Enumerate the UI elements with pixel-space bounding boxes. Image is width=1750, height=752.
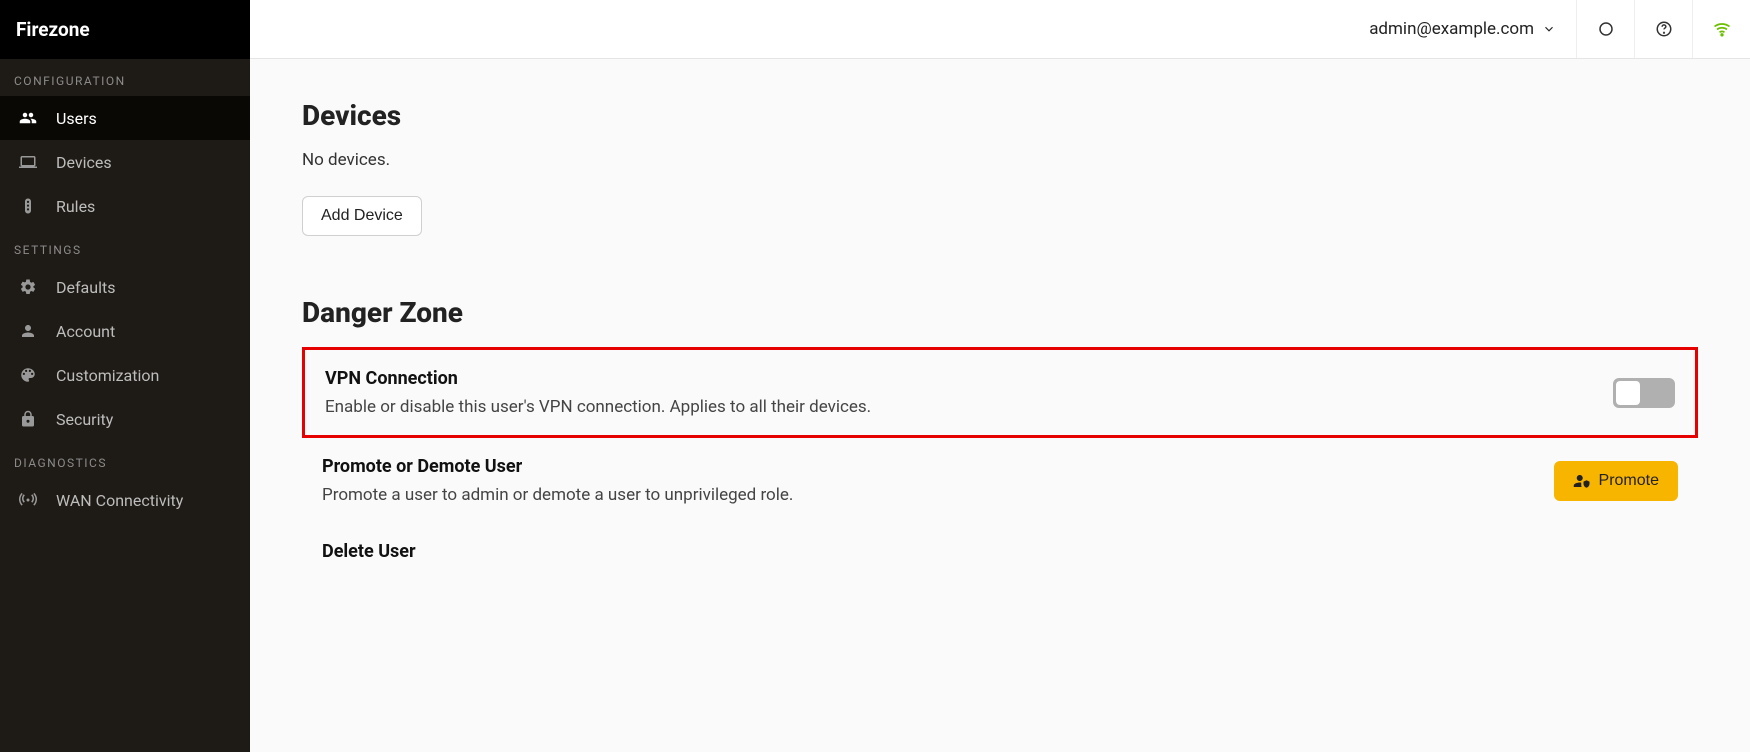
sidebar-item-defaults[interactable]: Defaults: [0, 265, 250, 309]
help-icon: [1655, 20, 1673, 38]
brand-title: Firezone: [0, 0, 250, 59]
sidebar-item-account[interactable]: Account: [0, 309, 250, 353]
sidebar: Firezone CONFIGURATION Users Devices Rul…: [0, 0, 250, 752]
circle-icon: [1597, 20, 1615, 38]
devices-empty-text: No devices.: [302, 150, 1698, 170]
toggle-knob: [1616, 381, 1640, 405]
person-icon: [18, 321, 38, 341]
delete-row: Delete User: [302, 523, 1698, 570]
danger-zone-section: Danger Zone VPN Connection Enable or dis…: [302, 296, 1698, 570]
help-button[interactable]: [1634, 0, 1692, 58]
user-shield-icon: [1573, 472, 1591, 490]
connection-indicator[interactable]: [1692, 0, 1750, 58]
promote-row: Promote or Demote User Promote a user to…: [302, 438, 1698, 523]
traffic-icon: [18, 196, 38, 216]
sidebar-item-label: Rules: [56, 197, 95, 216]
sidebar-section-settings: SETTINGS: [0, 228, 250, 265]
delete-title: Delete User: [322, 541, 416, 562]
sidebar-item-devices[interactable]: Devices: [0, 140, 250, 184]
sidebar-item-users[interactable]: Users: [0, 96, 250, 140]
sidebar-item-label: Devices: [56, 153, 112, 172]
user-email: admin@example.com: [1369, 19, 1534, 39]
promote-desc: Promote a user to admin or demote a user…: [322, 485, 793, 505]
sidebar-item-label: Defaults: [56, 278, 115, 297]
palette-icon: [18, 365, 38, 385]
users-icon: [18, 108, 38, 128]
content: Devices No devices. Add Device Danger Zo…: [250, 59, 1750, 752]
vpn-connection-row: VPN Connection Enable or disable this us…: [302, 347, 1698, 438]
promote-button-label: Promote: [1599, 472, 1659, 490]
vpn-title: VPN Connection: [325, 368, 871, 389]
sidebar-item-label: Account: [56, 322, 115, 341]
vpn-desc: Enable or disable this user's VPN connec…: [325, 397, 871, 417]
promote-button[interactable]: Promote: [1554, 461, 1678, 501]
user-menu[interactable]: admin@example.com: [1349, 0, 1576, 58]
sidebar-item-label: WAN Connectivity: [56, 491, 183, 510]
wifi-icon: [1712, 19, 1732, 39]
chevron-down-icon: [1542, 22, 1556, 36]
add-device-button[interactable]: Add Device: [302, 196, 422, 236]
sidebar-item-label: Customization: [56, 366, 159, 385]
sidebar-item-rules[interactable]: Rules: [0, 184, 250, 228]
danger-zone-heading: Danger Zone: [302, 296, 1698, 329]
main-area: admin@example.com Devices No devices. A: [250, 0, 1750, 752]
sidebar-section-configuration: CONFIGURATION: [0, 59, 250, 96]
devices-heading: Devices: [302, 99, 1698, 132]
status-indicator[interactable]: [1576, 0, 1634, 58]
lock-icon: [18, 409, 38, 429]
sidebar-item-label: Security: [56, 410, 113, 429]
devices-section: Devices No devices. Add Device: [302, 99, 1698, 236]
sidebar-item-customization[interactable]: Customization: [0, 353, 250, 397]
broadcast-icon: [18, 490, 38, 510]
gear-icon: [18, 277, 38, 297]
sidebar-item-security[interactable]: Security: [0, 397, 250, 441]
sidebar-section-diagnostics: DIAGNOSTICS: [0, 441, 250, 478]
topbar: admin@example.com: [250, 0, 1750, 59]
laptop-icon: [18, 152, 38, 172]
sidebar-item-label: Users: [56, 109, 97, 128]
sidebar-item-wan[interactable]: WAN Connectivity: [0, 478, 250, 522]
promote-title: Promote or Demote User: [322, 456, 793, 477]
vpn-toggle[interactable]: [1613, 378, 1675, 408]
